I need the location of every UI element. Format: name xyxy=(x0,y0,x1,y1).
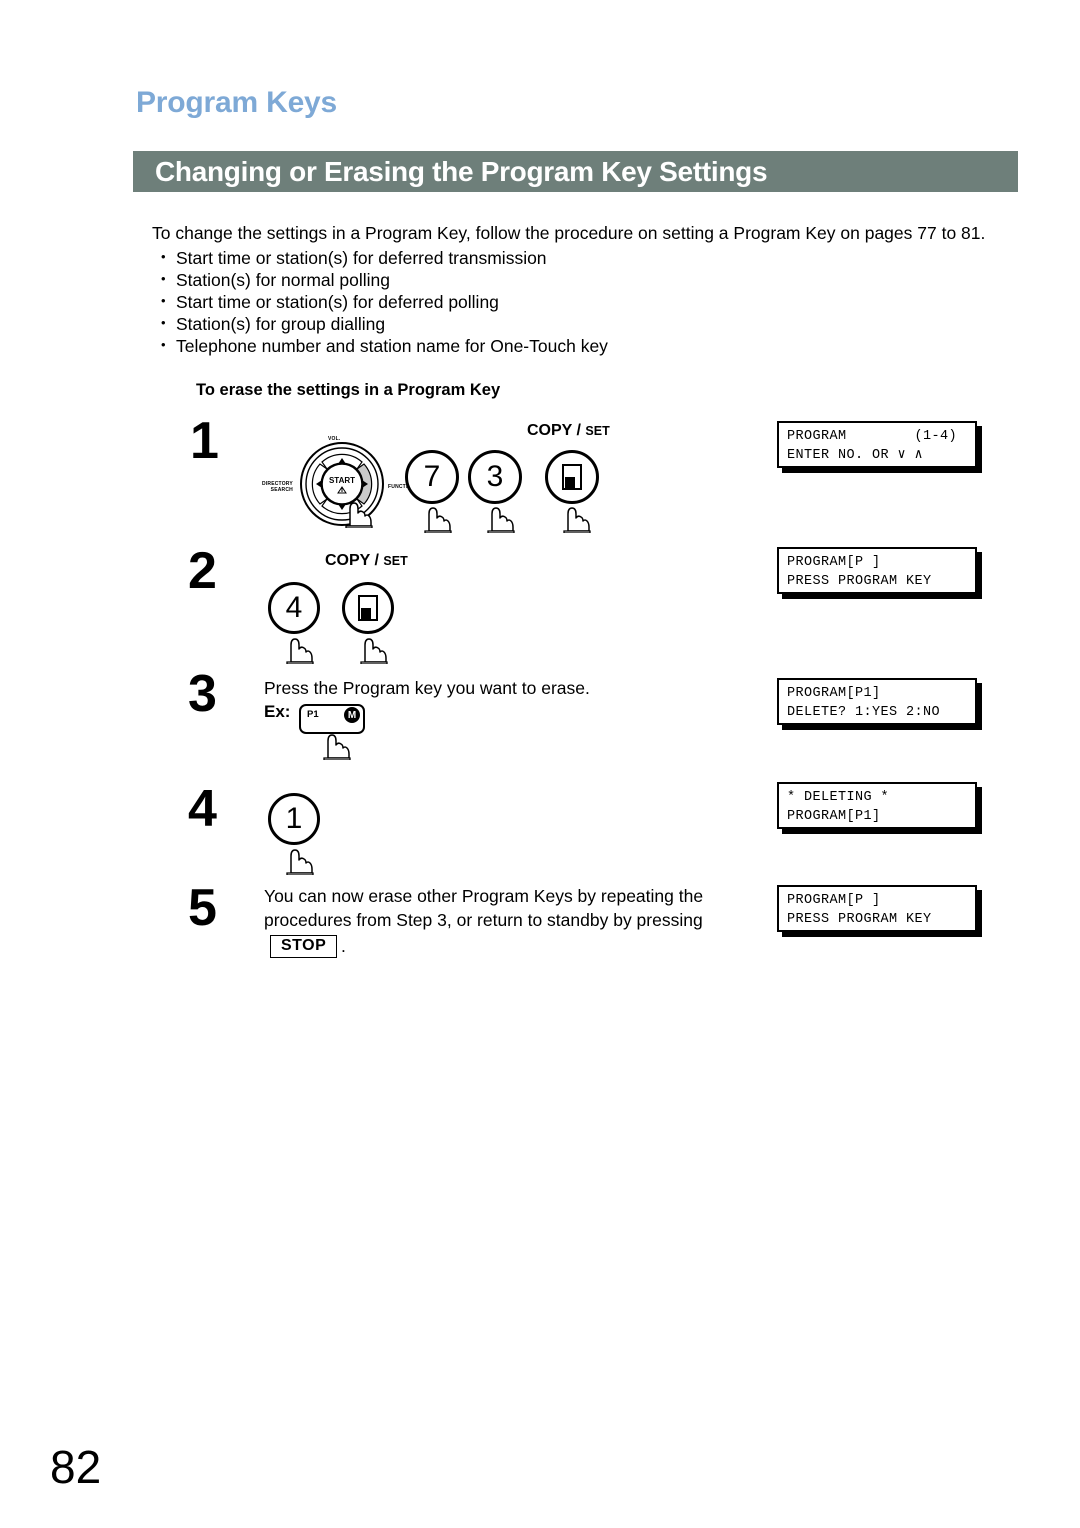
directory-search-label: DIRECTORY SEARCH xyxy=(262,481,293,493)
intro-block: To change the settings in a Program Key,… xyxy=(152,222,1032,357)
lcd-line-2: PROGRAM[P1] xyxy=(787,809,881,824)
lcd-line-1: PROGRAM (1-4) xyxy=(787,429,958,444)
section-heading-label: Changing or Erasing the Program Key Sett… xyxy=(155,156,768,187)
pointing-hand-icon xyxy=(281,628,315,665)
directory-search-line2: SEARCH xyxy=(270,487,293,493)
pointing-hand-icon xyxy=(419,497,453,534)
page-number: 82 xyxy=(50,1441,102,1493)
lcd-line-1: PROGRAM[P ] xyxy=(787,893,881,908)
svg-text:START: START xyxy=(329,476,355,485)
numeric-key-1-label: 1 xyxy=(285,802,303,835)
lcd-line-2: ENTER NO. OR ∨ ∧ xyxy=(787,448,924,463)
slash-separator: / xyxy=(370,552,384,569)
slash-separator: / xyxy=(572,422,586,439)
step-5-trailing-period: . xyxy=(341,936,346,956)
step-number-4: 4 xyxy=(188,780,217,838)
set-label: SET xyxy=(383,554,408,568)
numeric-key-1[interactable]: 1 xyxy=(268,793,320,845)
step-5-instruction: You can now erase other Program Keys by … xyxy=(264,886,704,930)
copy-set-key-step2[interactable] xyxy=(342,582,394,634)
numeric-key-7-label: 7 xyxy=(423,460,441,493)
step-number-5: 5 xyxy=(188,879,217,937)
pointing-hand-icon xyxy=(340,492,374,529)
numeric-key-7[interactable]: 7 xyxy=(405,450,459,504)
lcd-display-step3: PROGRAM[P1] DELETE? 1:YES 2:NO xyxy=(777,678,977,725)
memory-indicator-icon: M xyxy=(344,707,360,723)
volume-label: VOL. xyxy=(328,436,341,442)
numeric-key-3-label: 3 xyxy=(486,460,504,493)
lcd-line-1: PROGRAM[P ] xyxy=(787,555,881,570)
lcd-display-step1: PROGRAM (1-4) ENTER NO. OR ∨ ∧ xyxy=(777,421,977,468)
lcd-line-2: PRESS PROGRAM KEY xyxy=(787,574,932,589)
lcd-line-2: PRESS PROGRAM KEY xyxy=(787,912,932,927)
lcd-line-1: * DELETING * xyxy=(787,790,890,805)
lcd-line-1: PROGRAM[P1] xyxy=(787,686,881,701)
intro-lead: To change the settings in a Program Key,… xyxy=(152,223,986,243)
copy-set-paper-icon xyxy=(358,595,378,621)
copy-set-paper-icon xyxy=(562,464,582,490)
numeric-key-4-label: 4 xyxy=(285,591,303,624)
list-item: Telephone number and station name for On… xyxy=(152,334,1032,357)
pointing-hand-icon xyxy=(281,839,315,876)
copy-set-key-step1[interactable] xyxy=(545,450,599,504)
lcd-display-step5: PROGRAM[P ] PRESS PROGRAM KEY xyxy=(777,885,977,932)
step-number-3: 3 xyxy=(188,665,217,723)
set-label: SET xyxy=(585,424,610,438)
numeric-key-3[interactable]: 3 xyxy=(468,450,522,504)
pointing-hand-icon xyxy=(558,497,592,534)
pointing-hand-icon xyxy=(355,628,389,665)
program-key-p1-label: P1 xyxy=(307,709,319,720)
list-item: Station(s) for normal polling xyxy=(152,268,1032,291)
procedure-sub-heading: To erase the settings in a Program Key xyxy=(196,381,501,399)
step-3-instruction: Press the Program key you want to erase. xyxy=(264,678,590,698)
list-item: Station(s) for group dialling xyxy=(152,312,1032,335)
intro-bullet-list: Start time or station(s) for deferred tr… xyxy=(152,246,1032,357)
page-title: Program Keys xyxy=(136,86,338,119)
lcd-display-step2: PROGRAM[P ] PRESS PROGRAM KEY xyxy=(777,547,977,594)
lcd-line-2: DELETE? 1:YES 2:NO xyxy=(787,705,941,720)
lcd-display-step4: * DELETING * PROGRAM[P1] xyxy=(777,782,977,829)
list-item: Start time or station(s) for deferred po… xyxy=(152,290,1032,313)
copy-set-label-step1: COPY / SET xyxy=(527,422,610,440)
numeric-key-4[interactable]: 4 xyxy=(268,582,320,634)
pointing-hand-icon xyxy=(482,497,516,534)
section-heading-bar: Changing or Erasing the Program Key Sett… xyxy=(133,151,1018,192)
list-item: Start time or station(s) for deferred tr… xyxy=(152,246,1032,269)
stop-button[interactable]: STOP xyxy=(270,935,338,958)
copy-set-label-step2: COPY / SET xyxy=(325,552,408,570)
copy-label: COPY xyxy=(527,422,573,439)
pointing-hand-icon xyxy=(318,724,352,761)
step-number-1: 1 xyxy=(190,412,219,470)
copy-label: COPY xyxy=(325,552,371,569)
step-number-2: 2 xyxy=(188,542,217,600)
step-3-example-label: Ex: xyxy=(264,702,291,721)
